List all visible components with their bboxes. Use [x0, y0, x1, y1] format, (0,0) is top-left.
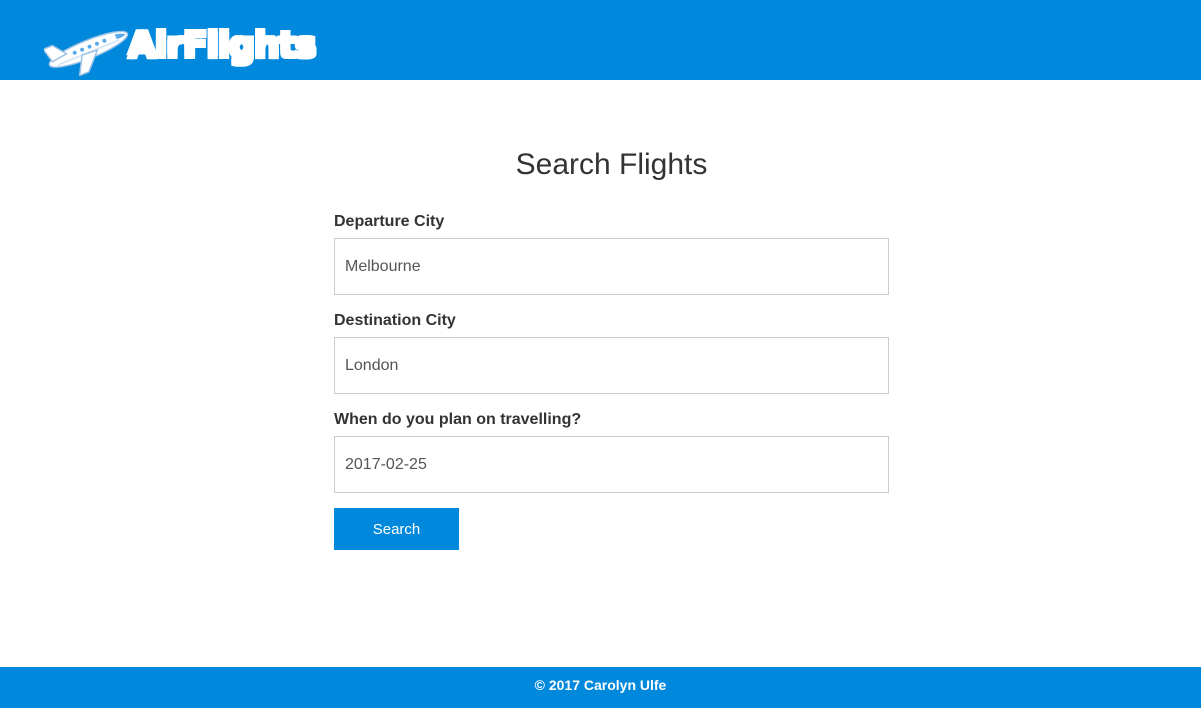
departure-city-input[interactable]	[334, 238, 889, 295]
site-footer: © 2017 Carolyn Ulfe	[0, 667, 1201, 708]
destination-field-group: Destination City	[334, 311, 889, 394]
travel-date-label: When do you plan on travelling?	[334, 411, 582, 428]
search-panel: Search Flights Departure City Destinatio…	[334, 140, 889, 550]
destination-label: Destination City	[334, 312, 456, 329]
airplane-icon	[44, 30, 129, 76]
airflights-logo[interactable]: AirFlights	[44, 18, 317, 76]
departure-label: Departure City	[334, 213, 445, 230]
site-header: AirFlights	[0, 0, 1201, 80]
travel-date-field-group: When do you plan on travelling?	[334, 410, 889, 493]
page: AirFlights Search Flights Departure City…	[0, 0, 1201, 708]
departure-field-group: Departure City	[334, 212, 889, 295]
logo-text: AirFlights	[127, 24, 317, 67]
travel-date-input[interactable]	[334, 436, 889, 493]
copyright-text: © 2017 Carolyn Ulfe	[534, 677, 667, 693]
search-button[interactable]: Search	[334, 508, 459, 550]
page-title: Search Flights	[515, 148, 708, 181]
destination-city-input[interactable]	[334, 337, 889, 394]
